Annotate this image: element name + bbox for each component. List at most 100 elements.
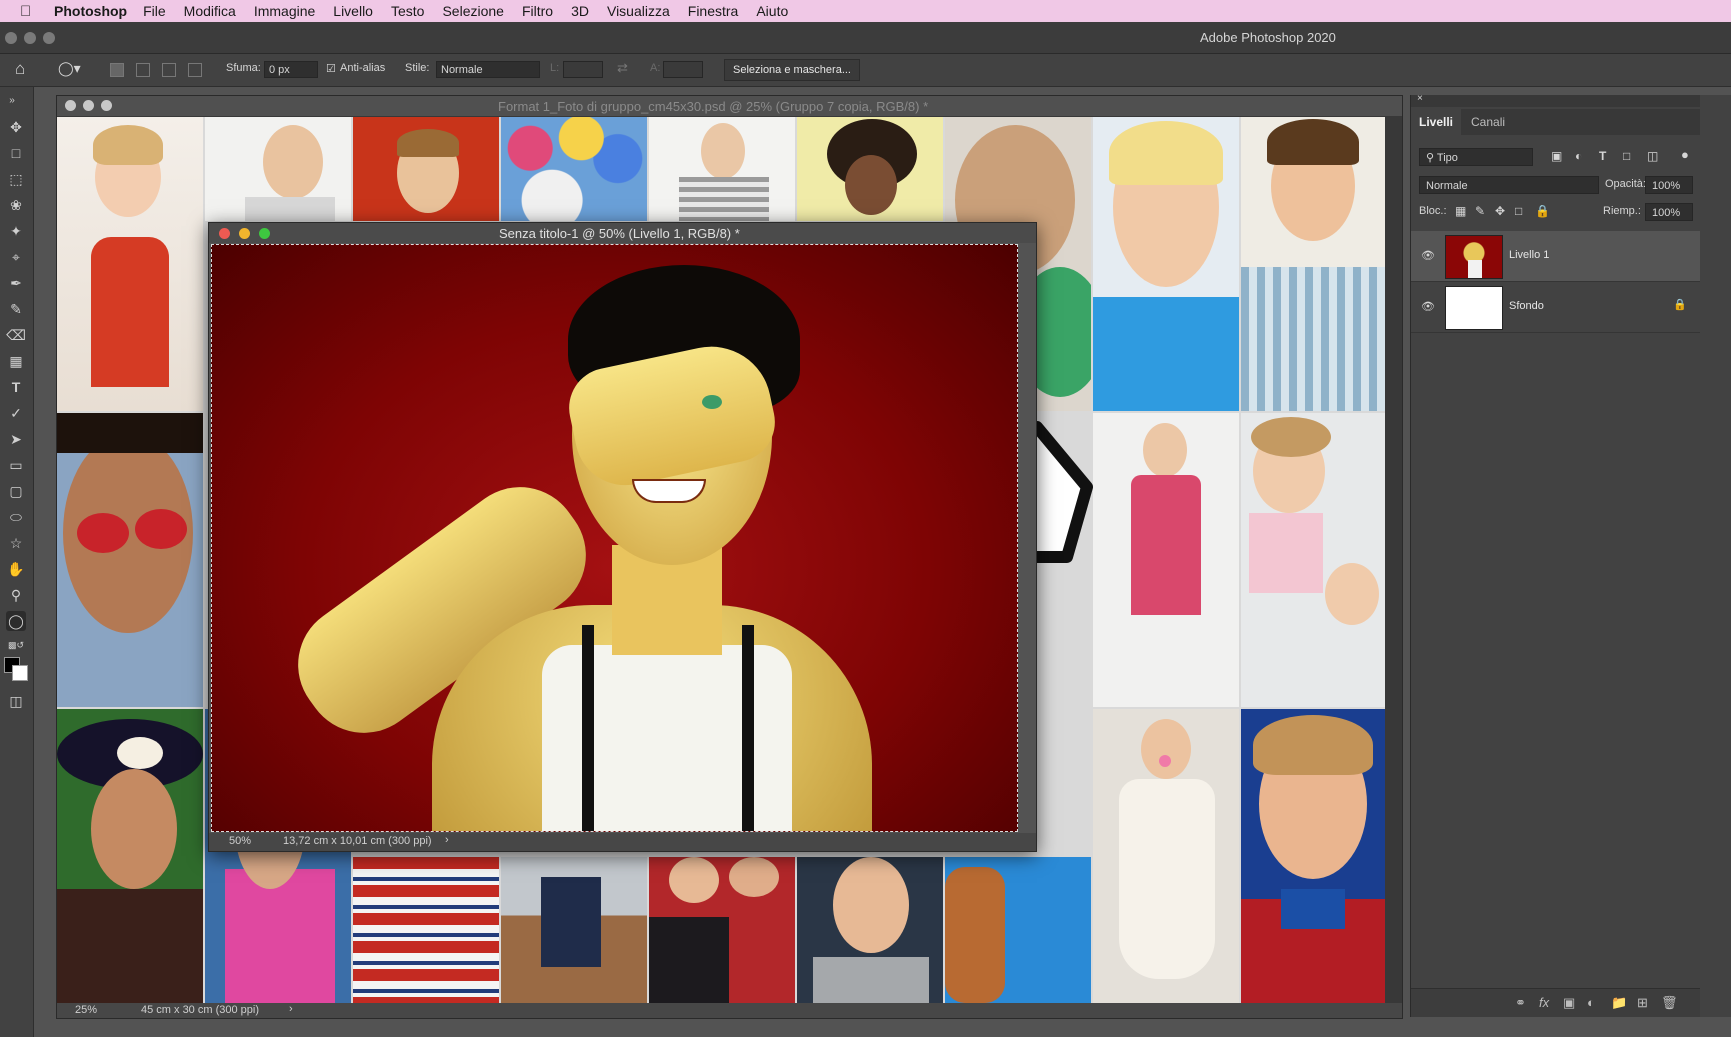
hand-tool-icon[interactable]: ✋	[6, 559, 26, 579]
fill-input[interactable]: 100%	[1645, 203, 1693, 221]
type-tool-icon[interactable]: T	[6, 377, 26, 397]
eye-icon[interactable]: 👁	[1421, 300, 1435, 313]
layer-filter-select[interactable]: ⚲ Tipo	[1419, 148, 1533, 166]
menu-livello[interactable]: Livello	[333, 3, 373, 19]
elliptical-marquee-preset-icon[interactable]: ◯▾	[58, 60, 81, 77]
lock-image-icon[interactable]: ✎	[1475, 204, 1485, 218]
add-selection-icon[interactable]	[136, 63, 150, 77]
filter-shape-icon[interactable]: □	[1623, 149, 1630, 163]
antialias-checkbox-icon[interactable]: ☑	[326, 62, 336, 75]
lock-artboard-icon[interactable]: □	[1515, 204, 1522, 218]
default-colors-icon[interactable]: ▩↺	[6, 635, 26, 655]
zoom-tool-icon[interactable]: ⚲	[6, 585, 26, 605]
lock-all-icon[interactable]: 🔒	[1535, 204, 1550, 218]
panel-close-icon[interactable]: ×	[1417, 93, 1423, 104]
layer-row-sfondo[interactable]: 👁 Sfondo 🔒	[1411, 282, 1701, 333]
filter-smartobject-icon[interactable]: ◫	[1647, 149, 1658, 163]
lock-position-icon[interactable]: ✥	[1495, 204, 1505, 218]
layer-style-icon[interactable]: fx	[1539, 995, 1549, 1010]
main-document-size: 45 cm x 30 cm (300 ppi)	[141, 1004, 259, 1016]
front-doc-zoom-button[interactable]	[259, 228, 270, 239]
expand-tools-icon[interactable]: »	[2, 91, 22, 111]
height-input[interactable]	[663, 61, 703, 78]
filter-adjustment-icon[interactable]: ◐	[1575, 149, 1582, 163]
new-group-icon[interactable]: 📁	[1611, 995, 1627, 1011]
eyedropper-tool-icon[interactable]: ✒	[6, 273, 26, 293]
zoom-window-button[interactable]	[43, 32, 55, 44]
apple-icon[interactable]: 	[20, 3, 44, 20]
swap-dimensions-icon[interactable]: ⇄	[617, 60, 628, 76]
rectangle-tool-icon[interactable]: ▭	[6, 455, 26, 475]
new-layer-icon[interactable]: ⊞	[1637, 995, 1648, 1011]
add-mask-icon[interactable]: ▣	[1563, 995, 1575, 1011]
brush-tool-icon[interactable]: ✎	[6, 299, 26, 319]
elliptical-marquee-active-icon[interactable]: ◯	[6, 611, 26, 631]
filter-toggle-icon[interactable]: ●	[1681, 147, 1689, 162]
blend-mode-select[interactable]: Normale	[1419, 176, 1599, 194]
crop-tool-icon[interactable]: ⌖	[6, 247, 26, 267]
main-doc-minimize-button[interactable]	[83, 100, 94, 111]
tab-livelli[interactable]: Livelli	[1411, 109, 1462, 135]
filter-pixel-icon[interactable]: ▣	[1551, 149, 1562, 163]
move-tool-icon[interactable]: ✥	[6, 117, 26, 137]
main-doc-close-button[interactable]	[65, 100, 76, 111]
menu-3d[interactable]: 3D	[571, 3, 589, 19]
home-icon[interactable]: ⌂	[15, 59, 25, 79]
layer-name-sfondo[interactable]: Sfondo	[1509, 300, 1544, 312]
front-status-chevron-icon[interactable]: ›	[445, 834, 449, 846]
lock-transparency-icon[interactable]: ▦	[1455, 204, 1466, 218]
pen-tool-icon[interactable]: ✓	[6, 403, 26, 423]
menu-testo[interactable]: Testo	[391, 3, 424, 19]
link-layers-icon[interactable]: ⚭	[1515, 995, 1526, 1011]
close-window-button[interactable]	[5, 32, 17, 44]
menu-filtro[interactable]: Filtro	[522, 3, 553, 19]
width-input[interactable]	[563, 61, 603, 78]
lasso-tool-icon[interactable]: ❀	[6, 195, 26, 215]
magic-wand-tool-icon[interactable]: ✦	[6, 221, 26, 241]
screen-mode-icon[interactable]: ◫	[6, 691, 26, 711]
gradient-tool-icon[interactable]: ▦	[6, 351, 26, 371]
background-color-swatch[interactable]	[12, 665, 28, 681]
main-status-chevron-icon[interactable]: ›	[289, 1003, 293, 1015]
new-selection-icon[interactable]	[110, 63, 124, 77]
filter-search-icon: ⚲	[1426, 152, 1437, 164]
front-zoom-level[interactable]: 50%	[229, 835, 251, 847]
main-doc-zoom-button[interactable]	[101, 100, 112, 111]
menu-immagine[interactable]: Immagine	[254, 3, 315, 19]
intersect-selection-icon[interactable]	[188, 63, 202, 77]
eye-icon[interactable]: 👁	[1421, 249, 1435, 262]
layer-row-livello-1[interactable]: 👁 Livello 1	[1411, 231, 1701, 282]
layer-thumbnail-livello-1	[1445, 235, 1503, 279]
minimize-window-button[interactable]	[24, 32, 36, 44]
custom-shape-tool-icon[interactable]: ☆	[6, 533, 26, 553]
delete-layer-icon[interactable]: 🗑	[1661, 995, 1678, 1011]
menu-modifica[interactable]: Modifica	[184, 3, 236, 19]
menu-file[interactable]: File	[143, 3, 166, 19]
ellipse-tool-icon[interactable]: ⬭	[6, 507, 26, 527]
menu-aiuto[interactable]: Aiuto	[756, 3, 788, 19]
lock-label: Bloc.:	[1419, 205, 1447, 217]
boy-covering-eye-image[interactable]	[211, 244, 1018, 832]
adjustment-layer-icon[interactable]: ◐	[1587, 995, 1595, 1010]
artboard-tool-icon[interactable]: □	[6, 143, 26, 163]
menu-app-name[interactable]: Photoshop	[54, 3, 127, 19]
marquee-tool-icon[interactable]: ⬚	[6, 169, 26, 189]
opacity-input[interactable]: 100%	[1645, 176, 1693, 194]
menu-finestra[interactable]: Finestra	[688, 3, 739, 19]
feather-input[interactable]: 0 px	[264, 61, 318, 78]
tab-canali[interactable]: Canali	[1463, 109, 1513, 135]
eraser-tool-icon[interactable]: ⌫	[6, 325, 26, 345]
menu-visualizza[interactable]: Visualizza	[607, 3, 670, 19]
layer-name-livello-1[interactable]: Livello 1	[1509, 249, 1549, 261]
height-label: A:	[650, 62, 661, 74]
main-zoom-level[interactable]: 25%	[75, 1004, 97, 1016]
subtract-selection-icon[interactable]	[162, 63, 176, 77]
front-doc-close-button[interactable]	[219, 228, 230, 239]
style-select[interactable]: Normale	[436, 61, 540, 78]
select-and-mask-button[interactable]: Seleziona e maschera...	[724, 59, 860, 81]
menu-selezione[interactable]: Selezione	[442, 3, 504, 19]
rounded-rectangle-tool-icon[interactable]: ▢	[6, 481, 26, 501]
path-selection-tool-icon[interactable]: ➤	[6, 429, 26, 449]
front-doc-minimize-button[interactable]	[239, 228, 250, 239]
filter-type-icon[interactable]: T	[1599, 149, 1606, 163]
